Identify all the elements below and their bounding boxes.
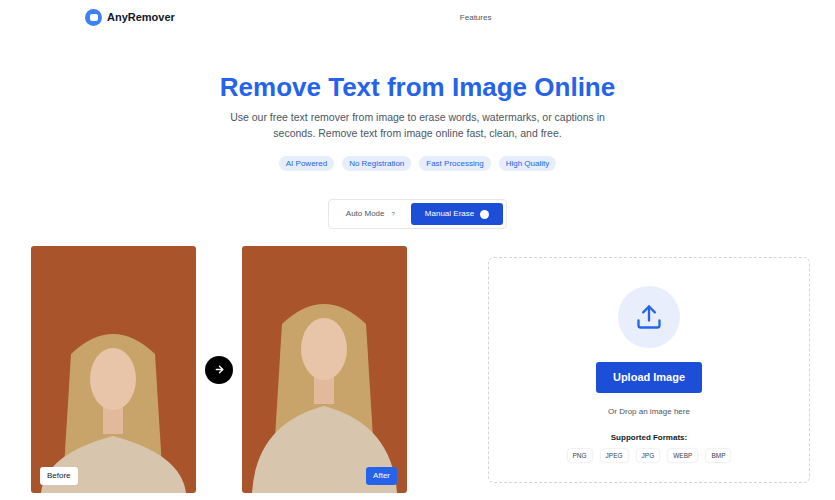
page: AnyRemover Features Remove Text from Image… [0,0,835,500]
format-chip: JPG [637,449,660,463]
badge: Fast Processing [419,156,490,171]
example-label: After [366,467,397,485]
formats-title: Supported Formats: [611,432,687,444]
example-label: Before [40,467,78,485]
format-chip: JPEG [601,449,628,463]
example-image: Before [31,246,196,493]
badge: No Registration [342,156,411,171]
photo-icon [31,246,196,493]
mode-option[interactable]: Auto Mode? [332,203,411,225]
upload-button[interactable]: Upload Image [596,362,702,393]
format-chip: PNG [568,449,592,463]
logo[interactable]: AnyRemover [85,9,175,26]
hero-title: Remove Text from Image Online [0,71,835,103]
upload-dropzone[interactable]: Upload Image Or Drop an image here Support… [488,257,810,483]
drop-hint: Or Drop an image here [608,406,690,418]
logo-icon [85,9,102,26]
hero-subtitle: Use our free text remover from image to … [0,109,835,141]
mode-toggle: Auto Mode?Manual Erase [328,199,507,229]
format-chip: WEBP [668,449,697,463]
header: AnyRemover Features [0,0,835,35]
badge: High Quality [499,156,557,171]
mode-option[interactable]: Manual Erase [411,203,503,225]
content-row: Before After Upload Image Or Drop an image … [0,246,835,493]
help-badge[interactable]: ? [390,210,397,219]
upload-icon [618,286,680,348]
format-chip: BMP [706,449,730,463]
photo-icon [242,246,407,493]
nav-link[interactable]: Features [460,12,492,24]
badge: AI Powered [279,156,334,171]
arrow-icon [205,356,233,384]
active-dot-icon [480,210,489,219]
format-list: PNG JPEG JPG WEBP BMP [568,449,731,463]
example-image: After [242,246,407,493]
badges: AI Powered No Registration Fast Processing… [0,156,835,171]
